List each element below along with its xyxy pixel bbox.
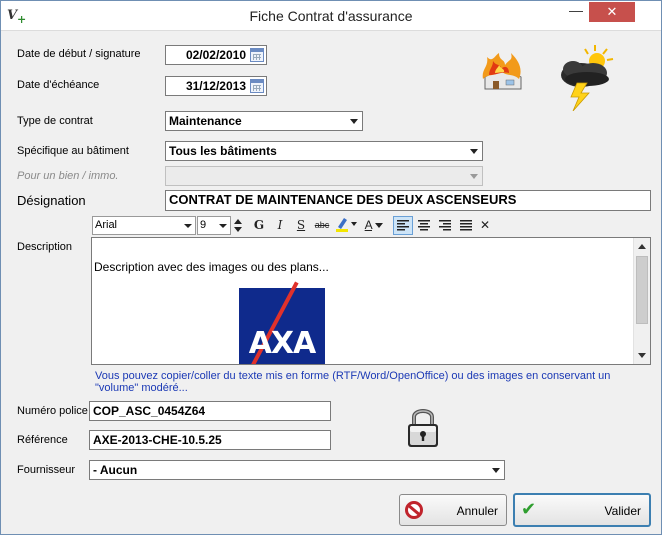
text-color-button[interactable]: A: [361, 216, 387, 235]
axa-logo-image: AXA: [239, 281, 325, 364]
storm-weather-icon: [561, 45, 614, 111]
building-select[interactable]: Tous les bâtiments: [165, 141, 483, 161]
supplier-select[interactable]: - Aucun: [89, 460, 505, 480]
building-label: Spécifique au bâtiment: [17, 145, 129, 157]
description-text: Description avec des images ou des plans…: [94, 260, 329, 274]
align-center-icon: [418, 220, 430, 231]
cancel-button-label: Annuler: [456, 504, 498, 518]
reference-input[interactable]: AXE-2013-CHE-10.5.25: [89, 430, 331, 450]
contract-type-label: Type de contrat: [17, 115, 93, 127]
chevron-down-icon: [375, 222, 384, 228]
font-family-select[interactable]: Arial: [92, 216, 196, 235]
start-date-label: Date de début / signature: [17, 48, 141, 60]
validate-button[interactable]: ✔ Valider: [513, 493, 651, 527]
highlighter-icon: [336, 218, 357, 232]
minimize-button[interactable]: —: [563, 3, 589, 23]
bold-button[interactable]: G: [249, 216, 269, 235]
title-bar: V + Fiche Contrat d'assurance — ✕: [1, 1, 661, 31]
font-size-stepper[interactable]: [233, 216, 243, 235]
underline-button[interactable]: S: [291, 216, 311, 235]
description-scrollbar[interactable]: [633, 238, 650, 364]
close-button[interactable]: ✕: [589, 2, 635, 22]
align-right-button[interactable]: [435, 216, 455, 235]
designation-input[interactable]: CONTRAT DE MAINTENANCE DES DEUX ASCENSEU…: [165, 190, 651, 211]
property-select: [165, 166, 483, 186]
supplier-label: Fournisseur: [17, 464, 76, 476]
cancel-button[interactable]: Annuler: [399, 494, 507, 526]
description-hint: Vous pouvez copier/coller du texte mis e…: [95, 370, 611, 394]
highlight-button[interactable]: [333, 216, 359, 235]
calendar-icon[interactable]: [250, 79, 264, 93]
axa-logo-text: AXA: [248, 326, 317, 361]
validate-button-label: Valider: [604, 504, 641, 518]
justify-button[interactable]: [456, 216, 476, 235]
chevron-down-icon[interactable]: [350, 119, 358, 124]
policy-number-input[interactable]: COP_ASC_0454Z64: [89, 401, 331, 421]
scroll-up-icon[interactable]: [638, 244, 646, 249]
chevron-down-icon[interactable]: [184, 224, 192, 228]
fire-house-icon: [482, 53, 522, 90]
scroll-down-icon[interactable]: [638, 353, 646, 358]
due-date-field[interactable]: 31/12/2013: [165, 76, 267, 96]
font-size-select[interactable]: 9: [197, 216, 231, 235]
scroll-thumb[interactable]: [636, 256, 648, 324]
lock-icon[interactable]: [405, 405, 441, 449]
designation-label: Désignation: [17, 193, 86, 208]
cancel-icon: [405, 501, 423, 519]
calendar-icon[interactable]: [250, 48, 264, 62]
align-right-icon: [439, 220, 451, 231]
align-center-button[interactable]: [414, 216, 434, 235]
property-label: Pour un bien / immo.: [17, 170, 119, 182]
description-editor[interactable]: Description avec des images ou des plans…: [91, 237, 651, 365]
start-date-field[interactable]: 02/02/2010: [165, 45, 267, 65]
rich-text-toolbar: Arial 9 G I S abc A ✕: [91, 215, 493, 237]
chevron-down-icon[interactable]: [492, 468, 500, 473]
chevron-down-icon: [470, 174, 478, 179]
description-label: Description: [17, 241, 73, 253]
strikethrough-button[interactable]: abc: [312, 216, 332, 235]
checkmark-icon: ✔: [521, 499, 537, 519]
window-title: Fiche Contrat d'assurance: [249, 8, 413, 24]
contract-type-select[interactable]: Maintenance: [165, 111, 363, 131]
reference-label: Référence: [17, 434, 68, 446]
chevron-down-icon[interactable]: [470, 149, 478, 154]
align-left-button[interactable]: [393, 216, 413, 235]
toolbar-close-button[interactable]: ✕: [475, 216, 495, 235]
policy-number-label: Numéro police: [17, 405, 88, 417]
align-justify-icon: [460, 220, 472, 231]
due-date-label: Date d'échéance: [17, 79, 100, 91]
chevron-down-icon[interactable]: [219, 224, 227, 228]
align-left-icon: [397, 220, 409, 231]
contract-window: V + Fiche Contrat d'assurance — ✕ Date de…: [0, 0, 662, 535]
italic-button[interactable]: I: [270, 216, 290, 235]
